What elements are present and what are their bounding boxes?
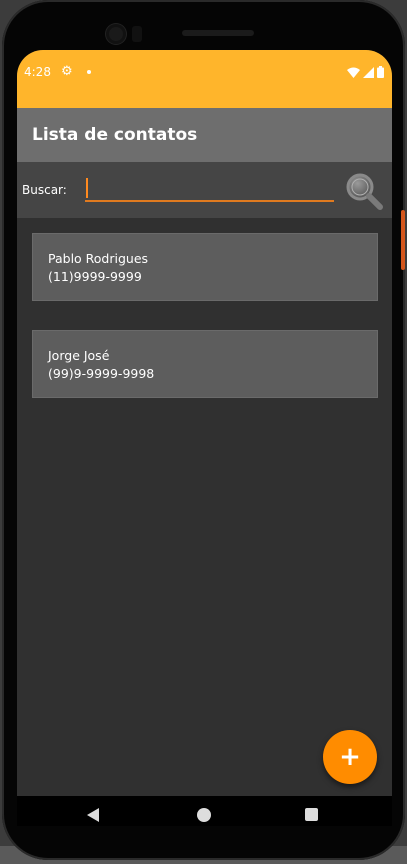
sensor-icon bbox=[132, 26, 142, 42]
battery-icon bbox=[377, 66, 384, 78]
app-bar: Lista de contatos bbox=[17, 108, 392, 162]
navigation-bar bbox=[17, 796, 392, 826]
contact-phone: (11)9999-9999 bbox=[48, 269, 142, 284]
search-bar: Buscar: bbox=[17, 162, 392, 218]
list-item[interactable]: Jorge José (99)9-9999-9998 bbox=[32, 330, 378, 398]
notification-dot-icon bbox=[87, 70, 91, 74]
back-icon[interactable] bbox=[87, 808, 99, 822]
contact-name: Jorge José bbox=[48, 348, 110, 363]
status-bar: 4:28 ⚙ bbox=[17, 50, 392, 108]
recents-icon[interactable] bbox=[305, 808, 318, 821]
list-item[interactable]: Pablo Rodrigues (11)9999-9999 bbox=[32, 233, 378, 301]
wifi-icon bbox=[347, 67, 360, 78]
search-label: Buscar: bbox=[22, 183, 67, 197]
contact-phone: (99)9-9999-9998 bbox=[48, 366, 155, 381]
camera-icon bbox=[106, 24, 126, 44]
gear-icon: ⚙ bbox=[61, 64, 73, 79]
app-screen: 4:28 ⚙ Lista de contatos Buscar: Pablo R… bbox=[17, 50, 392, 826]
contact-name: Pablo Rodrigues bbox=[48, 251, 149, 266]
add-contact-button[interactable]: + bbox=[323, 730, 377, 784]
signal-icon bbox=[363, 66, 374, 78]
speaker-grille bbox=[182, 30, 254, 36]
power-button bbox=[401, 210, 405, 270]
search-icon[interactable] bbox=[344, 171, 384, 211]
home-icon[interactable] bbox=[197, 808, 211, 822]
status-time: 4:28 bbox=[24, 65, 51, 79]
phone-frame: 4:28 ⚙ Lista de contatos Buscar: Pablo R… bbox=[2, 0, 405, 860]
search-input[interactable] bbox=[85, 176, 334, 202]
text-caret bbox=[86, 178, 88, 198]
page-title: Lista de contatos bbox=[32, 125, 198, 145]
system-icons bbox=[347, 66, 384, 78]
